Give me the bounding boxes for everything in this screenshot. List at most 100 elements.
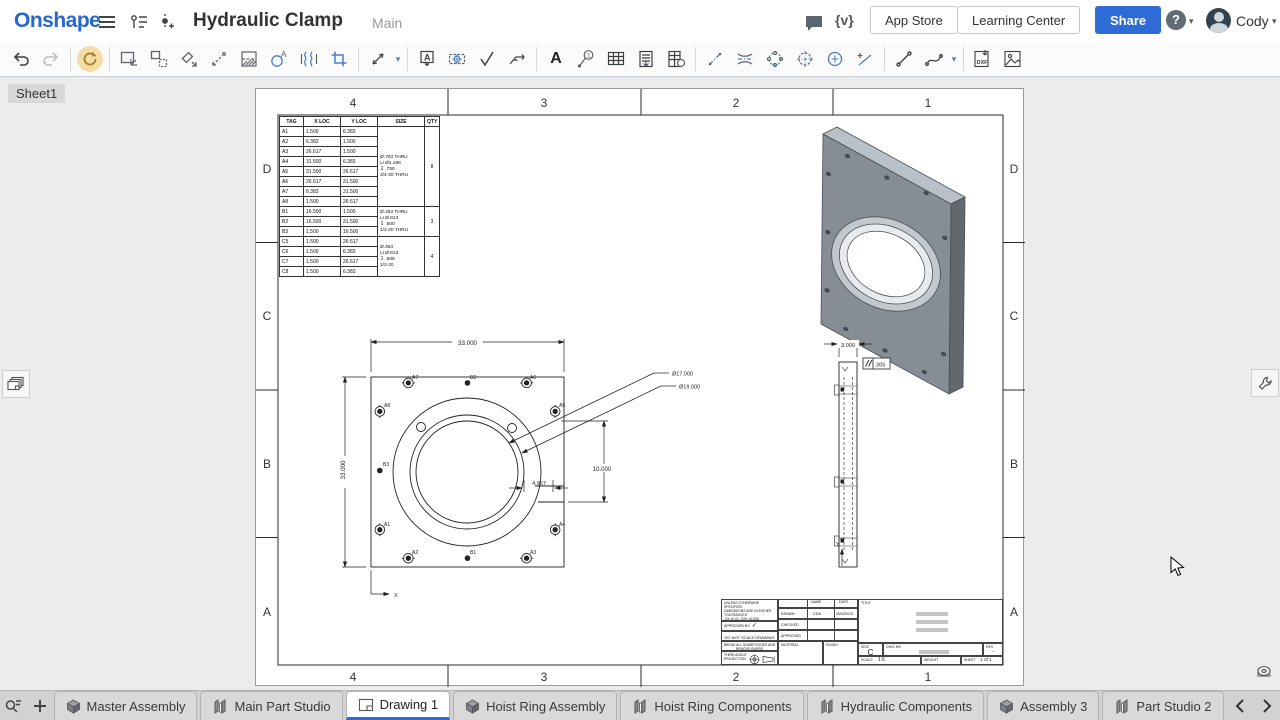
app-store-button[interactable]: App Store bbox=[870, 6, 958, 34]
table-row: B1 16.500 1.500 Ø.453 THRU ⊔ Ø.813 ↧ .500 1/2… bbox=[279, 206, 440, 237]
detail-view-button[interactable]: A bbox=[264, 45, 294, 73]
third-angle-projection-icon bbox=[749, 654, 775, 664]
tab-assembly-3[interactable]: Assembly 3 bbox=[987, 691, 1100, 720]
svg-text:4: 4 bbox=[350, 96, 357, 110]
tab-search-button[interactable] bbox=[0, 691, 27, 720]
balloon-button[interactable]: 1 bbox=[571, 45, 601, 73]
svg-text:B3: B3 bbox=[383, 462, 389, 468]
sketch-line-button[interactable] bbox=[889, 45, 919, 73]
versions-icon[interactable] bbox=[128, 11, 150, 33]
svg-text:1: 1 bbox=[587, 53, 591, 60]
svg-text:.005: .005 bbox=[875, 363, 885, 369]
new-tab-button[interactable] bbox=[27, 691, 54, 720]
learning-center-button[interactable]: Learning Center bbox=[957, 6, 1081, 34]
centerline-button[interactable] bbox=[700, 45, 730, 73]
front-view[interactable]: A7 B2 A6 A8 A5 B3 A1 A4 A2 B1 A3 33.000 … bbox=[340, 338, 700, 599]
tab-hoist-ring-assembly[interactable]: Hoist Ring Assembly bbox=[453, 691, 618, 720]
dimension-caret-icon[interactable]: ▾ bbox=[393, 54, 403, 65]
comment-icon[interactable] bbox=[803, 12, 825, 34]
projected-view-button[interactable] bbox=[144, 45, 174, 73]
featurescript-icon[interactable]: {v} bbox=[835, 12, 854, 28]
undo-button[interactable] bbox=[6, 45, 36, 73]
insert-view-button[interactable] bbox=[114, 45, 144, 73]
hole-table[interactable]: TAG X LOC Y LOC SIZE QTY A1 1.500 6.383 Ø.70… bbox=[279, 116, 440, 277]
help-icon[interactable]: ? bbox=[1166, 10, 1186, 30]
tab-main-part-studio[interactable]: Main Part Studio bbox=[200, 691, 343, 720]
spline-caret-icon[interactable]: ▾ bbox=[949, 54, 959, 65]
svg-text:A: A bbox=[263, 605, 271, 619]
circle-center-button[interactable] bbox=[820, 45, 850, 73]
hamburger-menu-icon[interactable] bbox=[96, 11, 118, 33]
spline-button[interactable] bbox=[919, 45, 949, 73]
follow-mode-icon[interactable] bbox=[156, 11, 178, 33]
hole-table-header: TAG X LOC Y LOC SIZE QTY bbox=[279, 116, 440, 127]
avatar[interactable] bbox=[1206, 8, 1231, 33]
svg-text:A6: A6 bbox=[530, 375, 536, 381]
move-view-button[interactable] bbox=[204, 45, 234, 73]
tab-hoist-ring-components[interactable]: Hoist Ring Components bbox=[620, 691, 804, 720]
weld-symbol-button[interactable] bbox=[502, 45, 532, 73]
svg-text:A: A bbox=[281, 50, 287, 59]
section-view-button[interactable] bbox=[234, 45, 264, 73]
insert-image-button[interactable] bbox=[998, 45, 1028, 73]
point-to-line-button[interactable] bbox=[850, 45, 880, 73]
part-studio-icon bbox=[634, 698, 646, 714]
note-button[interactable]: A bbox=[412, 45, 442, 73]
sheet-tab[interactable]: Sheet1 bbox=[8, 84, 66, 103]
redo-button[interactable] bbox=[36, 45, 66, 73]
drawing-sheet[interactable]: 4 3 2 1 4 3 2 1 D C B A D C B A A7 B2 A6… bbox=[255, 88, 1025, 687]
centerline-two-lines-button[interactable] bbox=[730, 45, 760, 73]
title-block: UNLESS OTHERWISE SPECIFIED: DIMENSIONS A… bbox=[721, 599, 1003, 665]
onshape-logo[interactable]: Onshape bbox=[14, 9, 101, 33]
break-view-button[interactable] bbox=[294, 45, 324, 73]
sheets-panel-button[interactable] bbox=[2, 370, 30, 398]
tab-part-studio-2[interactable]: Part Studio 2 bbox=[1102, 691, 1224, 720]
surface-finish-button[interactable] bbox=[472, 45, 502, 73]
isometric-view[interactable] bbox=[815, 126, 966, 395]
svg-text:A7: A7 bbox=[412, 375, 418, 381]
gdt-button[interactable] bbox=[442, 45, 472, 73]
svg-text:33.000: 33.000 bbox=[458, 340, 477, 347]
table-button[interactable] bbox=[601, 45, 631, 73]
drawing-canvas-area[interactable]: Sheet1 4 3 2 1 4 3 2 1 D C B A D C B A A… bbox=[0, 77, 1280, 690]
dimension-button[interactable] bbox=[363, 45, 393, 73]
workspace-name[interactable]: Main bbox=[372, 15, 402, 31]
center-mark-button[interactable] bbox=[790, 45, 820, 73]
tabs-scroll-right-button[interactable] bbox=[1253, 691, 1280, 720]
hole-table-button[interactable] bbox=[661, 45, 691, 73]
svg-text:B: B bbox=[1010, 457, 1018, 471]
svg-text:X: X bbox=[394, 593, 398, 599]
break-edges-cell: BREAK ALL SHARP EDGES AND REMOVE BURRS bbox=[721, 641, 778, 651]
parallelism-fcf: .005 bbox=[862, 357, 891, 370]
tabs-scroll-left-button[interactable] bbox=[1227, 691, 1254, 720]
user-name[interactable]: Cody bbox=[1236, 13, 1269, 29]
tab-hydraulic-components[interactable]: Hydraulic Components bbox=[806, 691, 985, 720]
circular-centermark-pattern-button[interactable] bbox=[760, 45, 790, 73]
tab-drawing-1[interactable]: Drawing 1 bbox=[345, 691, 451, 720]
svg-text:Ø19.000: Ø19.000 bbox=[679, 385, 700, 391]
document-tab-bar: Master Assembly Main Part Studio Drawing… bbox=[0, 690, 1280, 720]
user-caret-icon[interactable]: ▾ bbox=[1272, 16, 1277, 27]
help-caret-icon[interactable]: ▾ bbox=[1189, 16, 1194, 27]
export-dxf-button[interactable]: DXF bbox=[968, 45, 998, 73]
tab-master-assembly[interactable]: Master Assembly bbox=[53, 691, 198, 720]
tab-label: Part Studio 2 bbox=[1136, 698, 1212, 714]
svg-text:A: A bbox=[1010, 605, 1018, 619]
tab-label: Main Part Studio bbox=[234, 698, 331, 714]
tab-label: Master Assembly bbox=[86, 698, 186, 714]
svg-text:B2: B2 bbox=[470, 375, 476, 381]
configuration-panel-button[interactable] bbox=[1251, 369, 1279, 397]
update-views-button[interactable] bbox=[75, 45, 105, 73]
auxiliary-view-button[interactable] bbox=[174, 45, 204, 73]
crop-view-button[interactable] bbox=[324, 45, 354, 73]
svg-text:10.000: 10.000 bbox=[593, 467, 612, 473]
share-button[interactable]: Share bbox=[1095, 6, 1162, 34]
svg-text:Y: Y bbox=[836, 542, 840, 548]
onshape-app: Onshape Hydraulic Clamp Main {v} App Sto… bbox=[0, 0, 1280, 720]
size-cell: SIZE C bbox=[858, 643, 883, 656]
text-button[interactable]: A bbox=[541, 45, 571, 73]
side-view[interactable]: 3.000 .005 Y bbox=[824, 340, 891, 568]
part-studio-icon bbox=[1116, 698, 1128, 714]
measure-tool-button[interactable] bbox=[1251, 659, 1277, 685]
bom-table-button[interactable] bbox=[631, 45, 661, 73]
